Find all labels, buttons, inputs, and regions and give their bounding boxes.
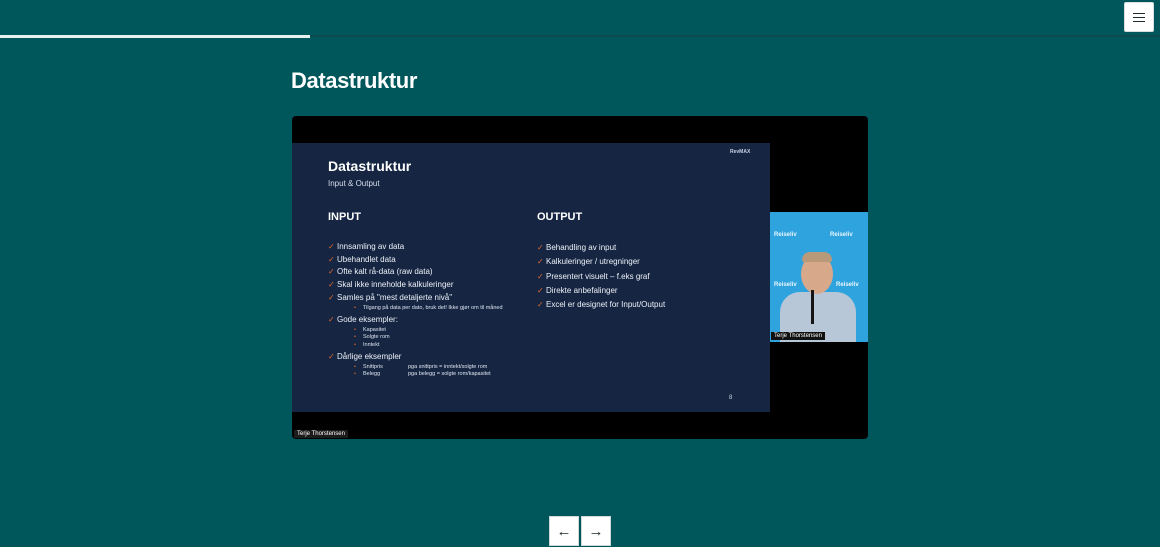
slide-title: Datastruktur: [328, 158, 412, 174]
input-list-item: ✓ Gode eksempler: • Kapasitet • Solgte rom • In…: [328, 314, 528, 349]
progress-bar: [0, 35, 310, 38]
check-icon: ✓: [537, 257, 544, 267]
slide-subtitle: Input & Output: [328, 179, 380, 188]
camera-logo: Reiseliv: [774, 282, 797, 288]
check-icon: ✓: [537, 243, 544, 252]
check-icon: ✓: [328, 352, 335, 362]
check-icon: ✓: [328, 315, 335, 325]
input-subitem-term: Belegg: [363, 371, 381, 378]
bullet-icon: •: [354, 304, 356, 311]
slide-logo: RevMAX: [730, 149, 751, 155]
input-heading: INPUT: [328, 211, 361, 223]
camera-logo: Reiseliv: [774, 232, 797, 238]
input-subitem-term: Snittpris: [363, 363, 383, 370]
input-list-item: ✓ Skal ikke inneholde kalkuleringer: [328, 279, 528, 292]
input-subitem: • Kapasitet: [354, 326, 528, 335]
hamburger-menu-icon: [1133, 12, 1145, 22]
input-subitem-reason: pga snittpris = inntekt/solgte rom: [408, 363, 488, 370]
input-list-item: ✓ Ubehandlet data: [328, 254, 528, 267]
speaker-hair: [802, 252, 832, 262]
check-icon: ✓: [328, 254, 335, 264]
input-subitem: • Solgte rom: [354, 334, 528, 342]
output-item-text: Presentert visuelt – f.eks graf: [546, 271, 650, 281]
output-list-item: ✓ Presentert visuelt – f.eks graf: [537, 270, 757, 284]
check-icon: ✓: [328, 280, 335, 290]
speaker-name-label: Terje Thorstensen: [294, 430, 348, 438]
page-title: Datastruktur: [291, 68, 418, 93]
output-item-text: Direkte anbefalinger: [546, 285, 618, 295]
input-item-text: Skal ikke inneholde kalkuleringer: [337, 280, 454, 290]
input-subitem-text: Tilgang på data per dato, bruk det! Ikke…: [363, 304, 503, 311]
input-subitem: • Inntekt: [354, 341, 528, 350]
output-list: ✓ Behandling av input ✓ Kalkuleringer / utr…: [537, 241, 757, 312]
arrow-right-icon: →: [588, 522, 604, 540]
output-list-item: ✓ Excel er designet for Input/Output: [537, 298, 757, 312]
output-list-item: ✓ Direkte anbefalinger: [537, 284, 757, 298]
check-icon: ✓: [328, 242, 335, 251]
video-player[interactable]: RevMAX Datastruktur Input & Output INPUT…: [292, 116, 868, 439]
input-subitem: • Belegg pga belegg = solgte rom/kapasitet: [354, 371, 528, 379]
camera-logo: Reiseliv: [830, 232, 853, 238]
speaker-camera: Reiseliv Reiseliv Reiseliv Reiseliv Terj…: [770, 212, 868, 342]
slide-page-number: 8: [729, 395, 733, 401]
check-icon: ✓: [328, 267, 335, 277]
input-list-item: ✓ Innsamling av data: [328, 241, 528, 254]
check-icon: ✓: [537, 300, 544, 310]
bullet-icon: •: [354, 334, 356, 341]
input-subitem-text: Kapasitet: [363, 326, 386, 333]
input-list-item: ✓ Dårlige eksempler • Snittpris pga snittpri…: [328, 351, 528, 379]
input-subitem: • Tilgang på data per dato, bruk det! Ikk…: [354, 304, 528, 313]
input-item-text: Ubehandlet data: [337, 254, 396, 264]
arrow-left-icon: ←: [556, 522, 572, 540]
input-list: ✓ Innsamling av data ✓ Ubehandlet data ✓ Ofte…: [328, 241, 528, 381]
progress-track: [0, 35, 1160, 38]
bullet-icon: •: [354, 371, 356, 378]
presentation-slide: RevMAX Datastruktur Input & Output INPUT…: [292, 143, 770, 412]
input-item-text: Innsamling av data: [337, 242, 405, 251]
input-item-text: Ofte kalt rå-data (raw data): [337, 267, 433, 277]
camera-name-label: Terje Thorstensen: [771, 332, 825, 340]
check-icon: ✓: [328, 292, 335, 302]
bullet-icon: •: [354, 363, 356, 370]
input-list-item: ✓ Samles på "mest detaljerte nivå" • Tilgan…: [328, 292, 528, 312]
check-icon: ✓: [537, 271, 544, 281]
top-bar: [0, 0, 1160, 38]
input-subitem-text: Solgte rom: [363, 334, 390, 341]
check-icon: ✓: [537, 285, 544, 295]
bullet-icon: •: [354, 341, 356, 348]
input-subitem: • Snittpris pga snittpris = inntekt/solgte…: [354, 363, 528, 372]
output-list-item: ✓ Kalkuleringer / utregninger: [537, 255, 757, 269]
previous-button[interactable]: ←: [549, 516, 579, 546]
input-item-text: Samles på "mest detaljerte nivå": [337, 292, 453, 302]
next-button[interactable]: →: [581, 516, 611, 546]
output-item-text: Excel er designet for Input/Output: [546, 300, 666, 310]
microphone: [811, 290, 814, 324]
input-item-text: Gode eksempler:: [337, 315, 398, 325]
output-list-item: ✓ Behandling av input: [537, 241, 757, 255]
input-subitem-text: Inntekt: [363, 341, 380, 348]
bullet-icon: •: [354, 326, 356, 333]
input-item-text: Dårlige eksempler: [337, 352, 402, 362]
output-item-text: Kalkuleringer / utregninger: [546, 257, 640, 267]
camera-logo: Reiseliv: [836, 282, 859, 288]
input-subitem-reason: pga belegg = solgte rom/kapasitet: [408, 371, 491, 378]
input-list-item: ✓ Ofte kalt rå-data (raw data): [328, 266, 528, 279]
menu-button[interactable]: [1124, 2, 1154, 32]
output-item-text: Behandling av input: [546, 243, 617, 252]
output-heading: OUTPUT: [537, 211, 583, 223]
